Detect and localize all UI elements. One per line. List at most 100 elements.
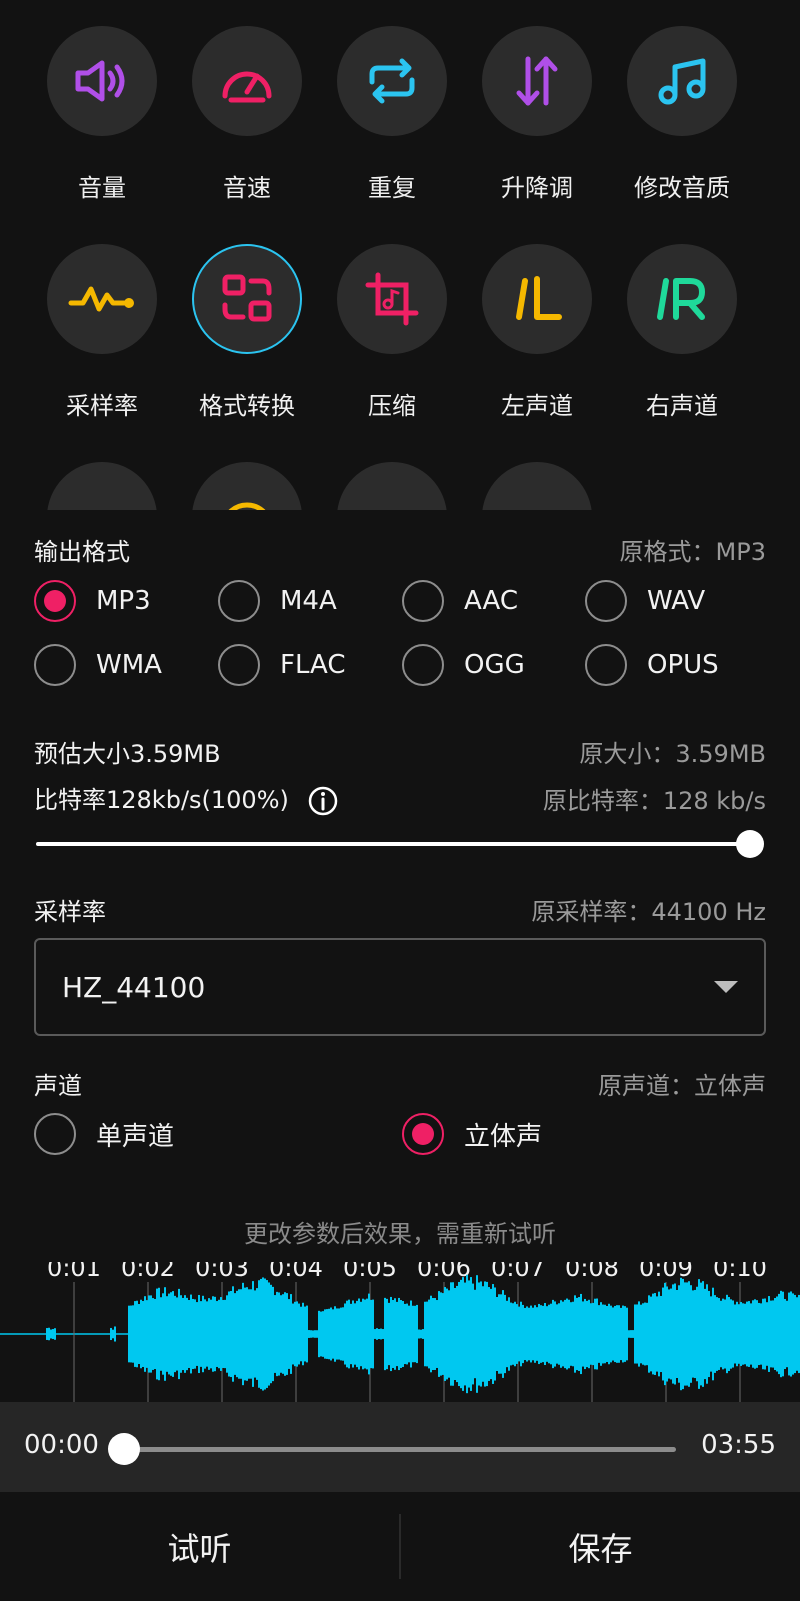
slider-thumb[interactable] — [736, 830, 764, 858]
speedometer-icon — [222, 71, 272, 103]
playback-progress-thumb[interactable] — [108, 1433, 140, 1465]
tool-partial-circle[interactable] — [192, 462, 302, 510]
waveform-bar — [128, 1305, 130, 1363]
tool-format-convert-circle[interactable] — [192, 244, 302, 354]
waveform-bar — [474, 1289, 476, 1379]
bitrate-slider[interactable] — [36, 829, 764, 859]
tool-pitch[interactable]: 升降调 — [463, 26, 611, 203]
waveform-bar — [152, 1298, 154, 1370]
tool-partial-circle[interactable] — [337, 462, 447, 510]
playback-progress-track[interactable] — [124, 1447, 676, 1452]
waveform-bar — [600, 1302, 602, 1366]
format-option-opus[interactable]: OPUS — [585, 644, 719, 686]
radio-button[interactable] — [218, 644, 260, 686]
preview-button[interactable]: 试听 — [0, 1492, 399, 1601]
format-option-flac[interactable]: FLAC — [218, 644, 346, 686]
waveform-bar — [764, 1298, 766, 1370]
tool-left-channel[interactable]: 左声道 — [463, 244, 611, 421]
total-time: 03:55 — [701, 1430, 776, 1460]
timeline-label: 0:05 — [343, 1262, 397, 1282]
waveform-bar — [182, 1297, 184, 1371]
tool-sample-rate-circle[interactable] — [47, 244, 157, 354]
waveform-bar — [580, 1293, 582, 1375]
slider-track[interactable] — [36, 842, 750, 846]
tool-quality-circle[interactable] — [627, 26, 737, 136]
waveform-bar — [426, 1301, 428, 1367]
waveform-bar — [740, 1302, 742, 1366]
radio-button[interactable] — [402, 644, 444, 686]
tool-repeat-circle[interactable] — [337, 26, 447, 136]
radio-button[interactable] — [585, 644, 627, 686]
channel-option-mono[interactable]: 单声道 — [34, 1113, 174, 1155]
timeline-label: 0:03 — [195, 1262, 249, 1282]
waveform-bar — [398, 1297, 400, 1371]
waveform-bar — [520, 1301, 522, 1367]
tool-repeat[interactable]: 重复 — [318, 26, 466, 203]
tool-compress[interactable]: 压缩 — [318, 244, 466, 421]
waveform-bar — [434, 1298, 436, 1370]
waveform-bar — [516, 1304, 518, 1364]
waveform-bar — [50, 1329, 52, 1339]
waveform-bar — [438, 1291, 440, 1377]
waveform-bar — [430, 1295, 432, 1373]
format-option-wma[interactable]: WMA — [34, 644, 162, 686]
tool-compress-circle[interactable] — [337, 244, 447, 354]
waveform-bar — [366, 1298, 368, 1370]
waveform-bar — [480, 1281, 482, 1387]
save-button[interactable]: 保存 — [401, 1492, 800, 1601]
current-time: 00:00 — [24, 1430, 99, 1460]
tool-partial-3[interactable] — [318, 462, 466, 510]
waveform-bar — [232, 1286, 234, 1382]
format-option-aac[interactable]: AAC — [402, 580, 518, 622]
waveform-bar — [478, 1282, 480, 1386]
waveform-display[interactable]: 0:01 0:02 0:03 0:04 0:05 0:06 0:07 0:08 0:09 0:10 — [0, 1262, 800, 1402]
tool-partial-circle[interactable] — [482, 462, 592, 510]
waveform-bar — [544, 1302, 546, 1366]
waveform-bar — [192, 1298, 194, 1370]
waveform-bar — [386, 1298, 388, 1370]
waveform-bar — [686, 1282, 688, 1386]
tool-volume-circle[interactable] — [47, 26, 157, 136]
estimated-size-text: 预估大小3.59MB — [34, 740, 221, 768]
info-icon[interactable] — [307, 785, 339, 817]
tool-speed-circle[interactable] — [192, 26, 302, 136]
waveform-bar — [346, 1300, 348, 1368]
waveform-bar — [138, 1303, 140, 1365]
tool-pitch-circle[interactable] — [482, 26, 592, 136]
radio-button[interactable] — [34, 1113, 76, 1155]
tool-left-channel-circle[interactable] — [482, 244, 592, 354]
channel-title: 声道 — [34, 1072, 82, 1100]
tool-volume[interactable]: 音量 — [28, 26, 176, 203]
format-option-ogg[interactable]: OGG — [402, 644, 525, 686]
radio-button[interactable] — [34, 580, 76, 622]
format-option-m4a[interactable]: M4A — [218, 580, 337, 622]
tool-speed[interactable]: 音速 — [173, 26, 321, 203]
waveform-bar — [314, 1330, 316, 1338]
format-option-mp3[interactable]: MP3 — [34, 580, 151, 622]
tool-partial-circle[interactable] — [47, 462, 157, 510]
waveform-bar — [404, 1303, 406, 1365]
tool-partial-4[interactable] — [463, 462, 611, 510]
tool-format-convert[interactable]: 格式转换 — [173, 244, 321, 421]
waveform-bar — [706, 1284, 708, 1384]
waveform-bar — [678, 1285, 680, 1383]
sample-rate-dropdown[interactable]: HZ_44100 — [34, 938, 766, 1036]
tool-right-channel[interactable]: 右声道 — [608, 244, 756, 421]
tool-sample-rate[interactable]: 采样率 — [28, 244, 176, 421]
format-option-wav[interactable]: WAV — [585, 580, 705, 622]
tool-quality[interactable]: 修改音质 — [608, 26, 756, 203]
radio-button[interactable] — [218, 580, 260, 622]
bottom-action-bar: 试听 保存 — [0, 1492, 800, 1601]
waveform-bar — [420, 1329, 422, 1339]
waveform-bar — [272, 1286, 274, 1382]
radio-button[interactable] — [585, 580, 627, 622]
waveform-bar — [512, 1303, 514, 1365]
tool-partial-2[interactable] — [173, 462, 321, 510]
radio-button[interactable] — [402, 580, 444, 622]
tool-right-channel-circle[interactable] — [627, 244, 737, 354]
tool-partial-1[interactable] — [28, 462, 176, 510]
radio-button[interactable] — [402, 1113, 444, 1155]
radio-button[interactable] — [34, 644, 76, 686]
channel-option-stereo[interactable]: 立体声 — [402, 1113, 542, 1155]
waveform-bar — [52, 1329, 54, 1339]
